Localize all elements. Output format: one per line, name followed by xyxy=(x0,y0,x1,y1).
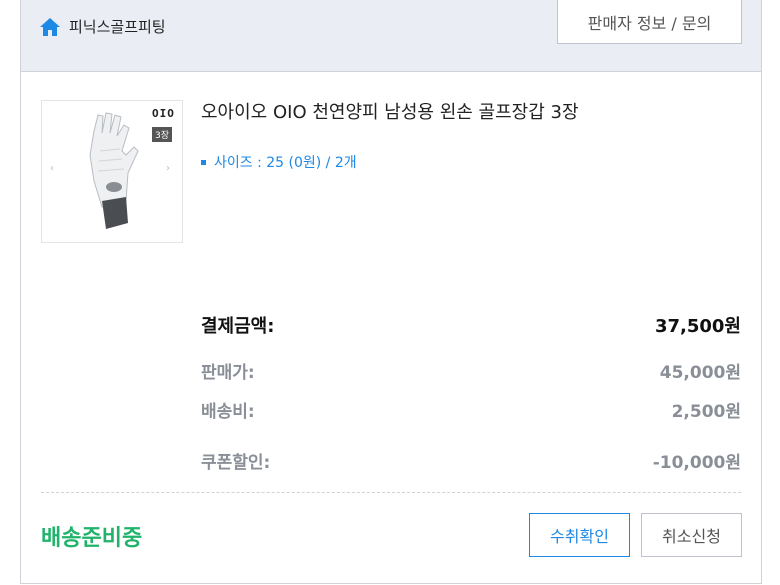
coupon-discount-value: -10,000원 xyxy=(652,453,741,473)
chevron-right-icon: › xyxy=(166,163,170,174)
order-card: 피닉스골프피팅 판매자 정보 / 문의 OIO 3장 ‹ › 오아이오 OIO … xyxy=(20,0,762,584)
total-price-value: 37,500원 xyxy=(654,316,741,337)
shipping-fee-value: 2,500원 xyxy=(671,402,741,422)
bullet-icon xyxy=(201,159,206,165)
order-header: 피닉스골프피팅 판매자 정보 / 문의 xyxy=(21,0,761,72)
sale-price-label: 판매가: xyxy=(201,363,255,383)
confirm-receipt-button[interactable]: 수취확인 xyxy=(529,513,630,557)
coupon-discount-label: 쿠폰할인: xyxy=(201,453,271,473)
cancel-request-button[interactable]: 취소신청 xyxy=(641,513,742,557)
store-name-link[interactable]: 피닉스골프피팅 xyxy=(69,14,166,40)
sale-price-row: 판매가: 45,000원 xyxy=(201,358,741,383)
sale-price-value: 45,000원 xyxy=(659,363,741,383)
glove-image xyxy=(89,112,139,229)
order-status: 배송준비중 xyxy=(41,526,143,551)
total-price-row: 결제금액: 37,500원 xyxy=(201,312,741,338)
quantity-badge: 3장 xyxy=(152,127,173,142)
seller-info-button[interactable]: 판매자 정보 / 문의 xyxy=(557,0,742,44)
divider xyxy=(41,492,741,493)
shipping-fee-label: 배송비: xyxy=(201,402,255,422)
coupon-discount-row: 쿠폰할인: -10,000원 xyxy=(201,448,741,473)
total-price-label: 결제금액: xyxy=(201,316,275,337)
product-thumbnail[interactable]: OIO 3장 ‹ › xyxy=(41,100,183,243)
brand-logo: OIO xyxy=(152,107,175,120)
chevron-left-icon: ‹ xyxy=(50,163,54,174)
product-name[interactable]: 오아이오 OIO 천연양피 남성용 왼손 골프장갑 3장 xyxy=(201,100,579,126)
shipping-fee-row: 배송비: 2,500원 xyxy=(201,397,741,422)
product-option: 사이즈 : 25 (0원) / 2개 xyxy=(201,152,357,172)
home-icon[interactable] xyxy=(39,16,61,38)
product-option-text: 사이즈 : 25 (0원) / 2개 xyxy=(214,155,357,171)
